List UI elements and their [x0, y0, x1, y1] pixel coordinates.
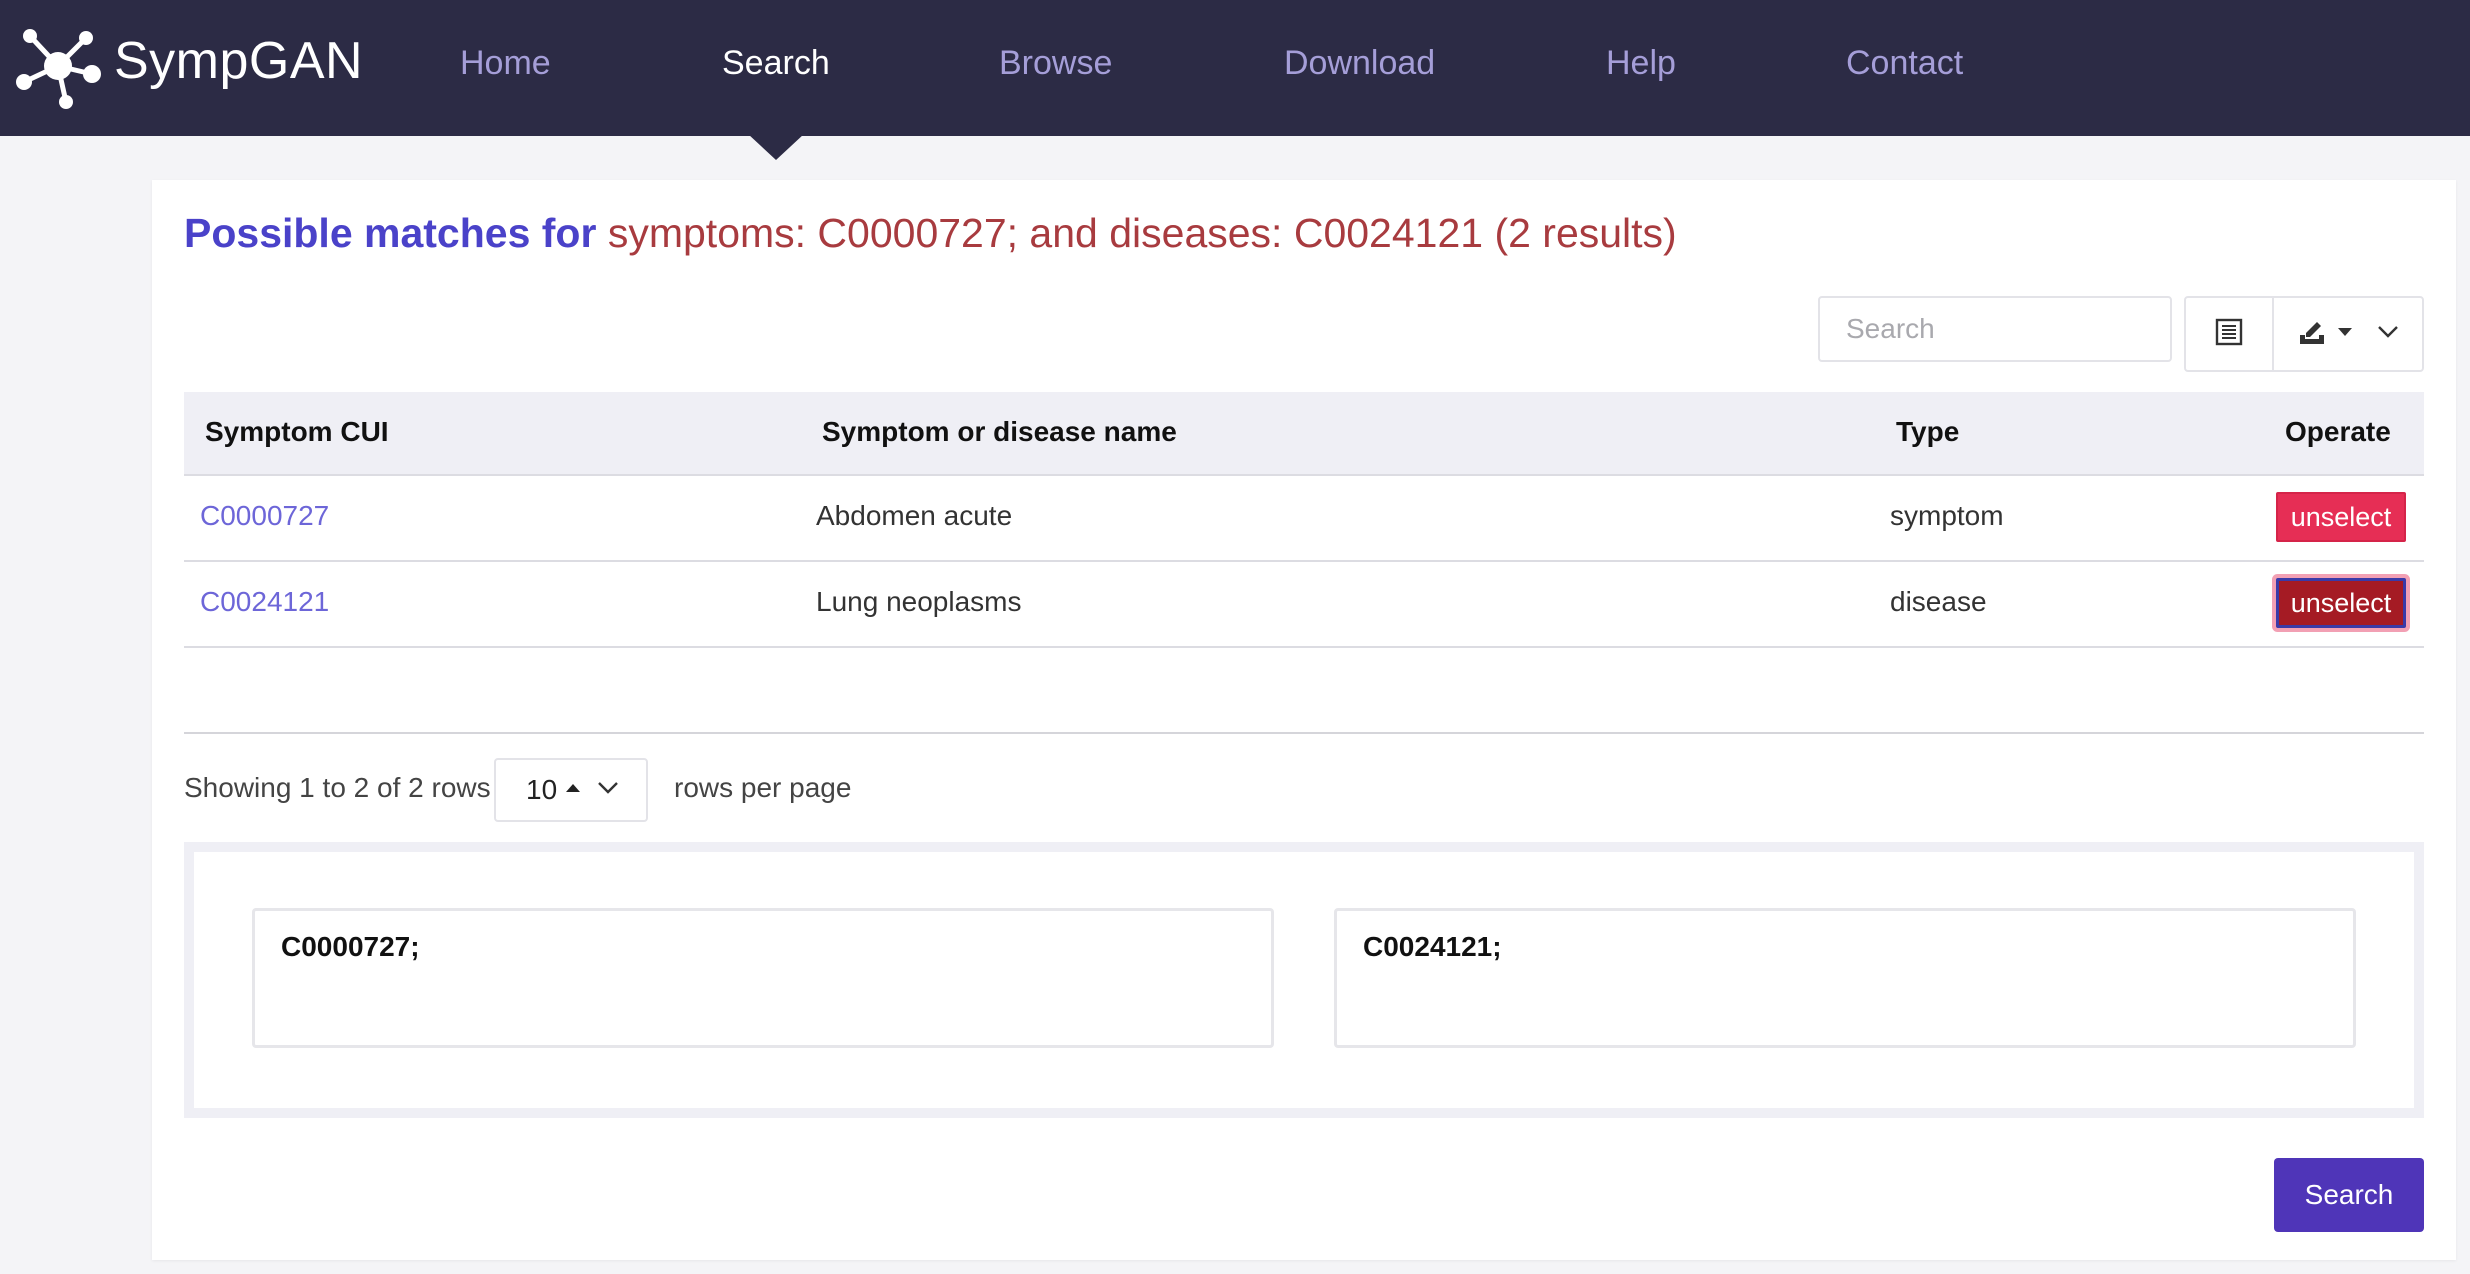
- unselect-button[interactable]: unselect: [2276, 578, 2406, 628]
- brand[interactable]: SympGAN: [14, 22, 363, 112]
- table-row: C0000727 Abdomen acute symptom unselect: [184, 476, 2424, 562]
- brand-name[interactable]: SympGAN: [114, 31, 363, 91]
- selected-symptoms-field[interactable]: C0000727;: [252, 908, 1274, 1048]
- column-header-type[interactable]: Type: [1896, 416, 1959, 448]
- table-toolbar-buttons: [2184, 296, 2424, 372]
- chevron-down-icon: [597, 781, 619, 800]
- top-navbar: SympGAN Home Search Browse Download Help…: [0, 0, 2470, 136]
- rows-per-page-label: rows per page: [674, 772, 852, 803]
- caret-down-icon: [2337, 325, 2353, 343]
- page-size-value: 10: [526, 774, 558, 805]
- nav-search[interactable]: Search: [722, 44, 830, 83]
- export-download-icon: [2297, 317, 2327, 352]
- export-button[interactable]: [2274, 298, 2422, 370]
- pagination-info: Showing 1 to 2 of 2 rows: [184, 772, 491, 803]
- nav-contact[interactable]: Contact: [1846, 44, 1963, 83]
- cui-link[interactable]: C0000727: [200, 500, 329, 532]
- list-columns-icon: [2214, 317, 2244, 352]
- page-size-select[interactable]: 10: [494, 758, 648, 822]
- cui-link[interactable]: C0024121: [200, 586, 329, 618]
- column-header-name[interactable]: Symptom or disease name: [822, 416, 1177, 448]
- unselect-button[interactable]: unselect: [2276, 492, 2406, 542]
- entity-type: symptom: [1890, 500, 2004, 531]
- nav-browse[interactable]: Browse: [999, 44, 1112, 83]
- active-nav-indicator: [748, 134, 804, 160]
- table-header: Symptom CUI Symptom or disease name Type…: [184, 392, 2424, 476]
- search-button[interactable]: Search: [2274, 1158, 2424, 1232]
- columns-button[interactable]: [2186, 298, 2274, 370]
- table-divider: [184, 732, 2424, 734]
- chevron-down-icon: [2377, 325, 2399, 344]
- table-search-input[interactable]: [1818, 296, 2172, 362]
- column-header-cui[interactable]: Symptom CUI: [205, 416, 389, 448]
- title-query: symptoms: C0000727; and diseases: C00241…: [607, 210, 1677, 256]
- nav-download[interactable]: Download: [1284, 44, 1435, 83]
- entity-name: Lung neoplasms: [816, 586, 1022, 617]
- column-header-operate: Operate: [2285, 416, 2391, 447]
- caret-up-icon: [565, 781, 581, 799]
- network-nodes-icon: [14, 22, 104, 112]
- page-title: Possible matches for symptoms: C0000727;…: [184, 210, 1677, 257]
- entity-type: disease: [1890, 586, 1987, 617]
- title-lead: Possible matches for: [184, 210, 597, 256]
- table-row: C0024121 Lung neoplasms disease unselect: [184, 562, 2424, 648]
- selected-diseases-field[interactable]: C0024121;: [1334, 908, 2356, 1048]
- nav-help[interactable]: Help: [1606, 44, 1676, 83]
- nav-home[interactable]: Home: [460, 44, 551, 83]
- entity-name: Abdomen acute: [816, 500, 1013, 531]
